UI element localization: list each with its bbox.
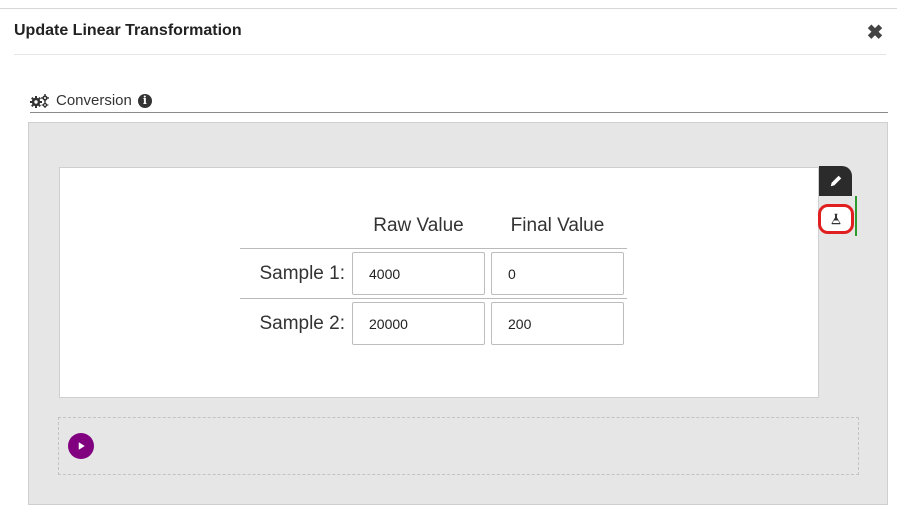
- header-divider: [14, 54, 886, 55]
- row-label-header: [240, 210, 349, 249]
- gears-icon: [30, 93, 50, 108]
- table-row: Sample 2:: [240, 299, 627, 349]
- section-title: Conversion: [56, 92, 132, 109]
- test-transformation-button[interactable]: [814, 200, 858, 238]
- sample-1-raw-cell: [349, 248, 488, 299]
- linear-transformation-dialog: Update Linear Transformation ✖ Conversio…: [0, 0, 897, 508]
- card-side-tools: [818, 166, 859, 246]
- edit-button[interactable]: [819, 166, 852, 196]
- table-row: Sample 1:: [240, 248, 627, 299]
- sample-1-label: Sample 1:: [240, 248, 349, 299]
- sample-2-label: Sample 2:: [259, 312, 345, 334]
- sample-2-final-cell: [488, 299, 627, 349]
- sample-2-final-input[interactable]: [491, 302, 624, 345]
- play-button[interactable]: [68, 433, 94, 459]
- top-divider: [0, 8, 897, 9]
- green-marker: [855, 196, 857, 236]
- close-icon[interactable]: ✖: [864, 22, 886, 44]
- flask-icon: [831, 213, 841, 225]
- play-icon: [78, 442, 85, 450]
- highlight-ring: [818, 204, 854, 234]
- conversion-table: Raw Value Final Value Sample 1: Sample 2…: [240, 210, 627, 348]
- info-icon[interactable]: i: [137, 93, 152, 108]
- section-divider: [30, 112, 888, 113]
- sample-2-raw-input[interactable]: [352, 302, 485, 345]
- action-drop-zone: [58, 417, 859, 475]
- sample-1-final-cell: [488, 248, 627, 299]
- sample-2-raw-cell: [349, 299, 488, 349]
- raw-value-header: Raw Value: [349, 210, 488, 249]
- sample-1-raw-input[interactable]: [352, 252, 485, 295]
- dialog-title: Update Linear Transformation: [14, 22, 242, 39]
- pencil-icon: [830, 175, 841, 187]
- sample-1-final-input[interactable]: [491, 252, 624, 295]
- section-header: Conversion i: [30, 92, 152, 109]
- final-value-header: Final Value: [488, 210, 627, 249]
- table-header-row: Raw Value Final Value: [240, 210, 627, 249]
